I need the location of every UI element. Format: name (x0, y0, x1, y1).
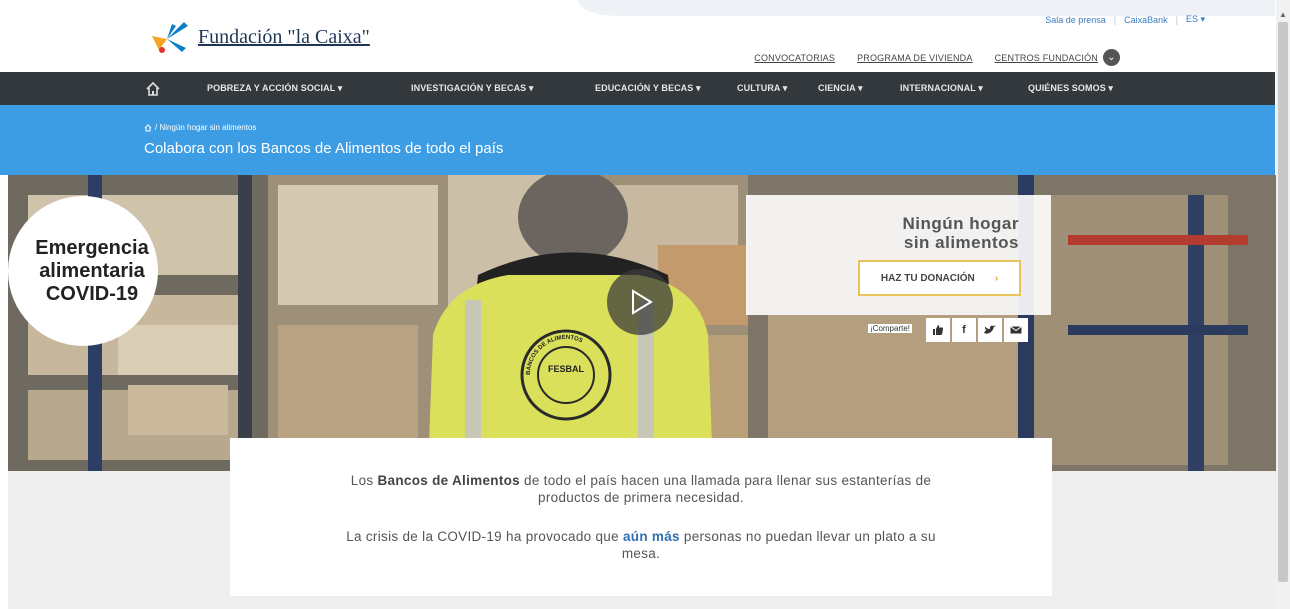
donation-title: Ningún hogar sin alimentos (902, 214, 1019, 252)
text-segment: La crisis de la COVID-19 ha provocado qu… (346, 529, 623, 544)
emergency-text: Emergencia alimentaria COVID-19 (35, 236, 149, 305)
logo-text: Fundación "la Caixa" (198, 25, 370, 48)
thumbs-up-glyph (933, 325, 944, 335)
page: Fundación "la Caixa" Sala de prensa | Ca… (0, 0, 1290, 609)
press-room-link[interactable]: Sala de prensa (1045, 15, 1106, 25)
separator: | (1175, 14, 1178, 25)
chevron-down-icon: ⌄ (1103, 49, 1120, 66)
twitter-icon[interactable] (978, 318, 1002, 342)
play-icon (632, 289, 653, 315)
donation-panel: Ningún hogar sin alimentos HAZ TU DONACI… (746, 195, 1051, 315)
breadcrumb-current: / Ningún hogar sin alimentos (155, 123, 257, 132)
intro-card: Los Bancos de Alimentos de todo el país … (230, 438, 1052, 596)
nav-ciencia[interactable]: CIENCIA ▾ (818, 72, 863, 105)
share-label: ¡Comparte! (868, 324, 913, 333)
home-icon[interactable] (144, 123, 152, 132)
scroll-up-arrow-icon[interactable]: ▲ (1276, 10, 1290, 20)
page-title: Colabora con los Bancos de Alimentos de … (144, 140, 504, 157)
nav-internacional[interactable]: INTERNACIONAL ▾ (900, 72, 983, 105)
centros-fundacion-link[interactable]: CENTROS FUNDACIÓN ⌄ (995, 49, 1120, 66)
main-nav: POBREZA Y ACCIÓN SOCIAL ▾ INVESTIGACIÓN … (0, 72, 1275, 105)
text-segment: de todo el país hacen una llamada para l… (519, 473, 932, 505)
scrollbar-thumb[interactable] (1278, 22, 1288, 582)
breadcrumb: / Ningún hogar sin alimentos (144, 123, 256, 132)
home-icon[interactable] (144, 80, 162, 98)
logo[interactable]: Fundación "la Caixa" (150, 20, 370, 54)
play-button[interactable] (607, 269, 673, 335)
highlight-food-banks: Bancos de Alimentos (377, 473, 520, 488)
chevron-right-icon: › (994, 272, 999, 284)
separator: | (1113, 14, 1117, 25)
secondary-nav: CONVOCATORIAS PROGRAMA DE VIVIENDA CENTR… (754, 49, 1120, 66)
star-logo-icon (152, 22, 188, 53)
facebook-icon[interactable]: f (952, 318, 976, 342)
emergency-badge: Emergencia alimentaria COVID-19 (8, 196, 158, 346)
centros-label: CENTROS FUNDACIÓN (994, 52, 1098, 63)
fesbal-logo-text: FESBAL (548, 364, 585, 374)
nav-quienes-somos[interactable]: QUIÉNES SOMOS ▾ (1028, 72, 1113, 105)
email-icon[interactable] (1004, 318, 1028, 342)
donate-button[interactable]: HAZ TU DONACIÓN › (858, 260, 1021, 296)
nav-investigacion[interactable]: INVESTIGACIÓN Y BECAS ▾ (411, 72, 534, 105)
email-glyph (1010, 326, 1022, 334)
thumbs-up-icon[interactable] (926, 318, 950, 342)
caixabank-link[interactable]: CaixaBank (1124, 15, 1168, 25)
text-segment: Los (350, 473, 378, 488)
programa-vivienda-link[interactable]: PROGRAMA DE VIVIENDA (857, 53, 973, 63)
nav-cultura[interactable]: CULTURA ▾ (737, 72, 787, 105)
donate-button-label: HAZ TU DONACIÓN (880, 272, 975, 284)
utility-links: Sala de prensa | CaixaBank | ES ▾ (1045, 14, 1205, 25)
nav-educacion[interactable]: EDUCACIÓN Y BECAS ▾ (595, 72, 701, 105)
top-header: Fundación "la Caixa" Sala de prensa | Ca… (0, 0, 1275, 72)
twitter-glyph (984, 325, 996, 334)
language-selector[interactable]: ES ▾ (1186, 14, 1205, 25)
intro-paragraph-1: Los Bancos de Alimentos de todo el país … (330, 472, 952, 506)
nav-pobreza[interactable]: POBREZA Y ACCIÓN SOCIAL ▾ (207, 72, 342, 105)
share-row: ¡Comparte! f (746, 315, 1051, 345)
highlight-even-more: aún más (622, 529, 680, 544)
intro-paragraph-2: La crisis de la COVID-19 ha provocado qu… (330, 528, 952, 562)
convocatorias-link[interactable]: CONVOCATORIAS (754, 53, 835, 63)
